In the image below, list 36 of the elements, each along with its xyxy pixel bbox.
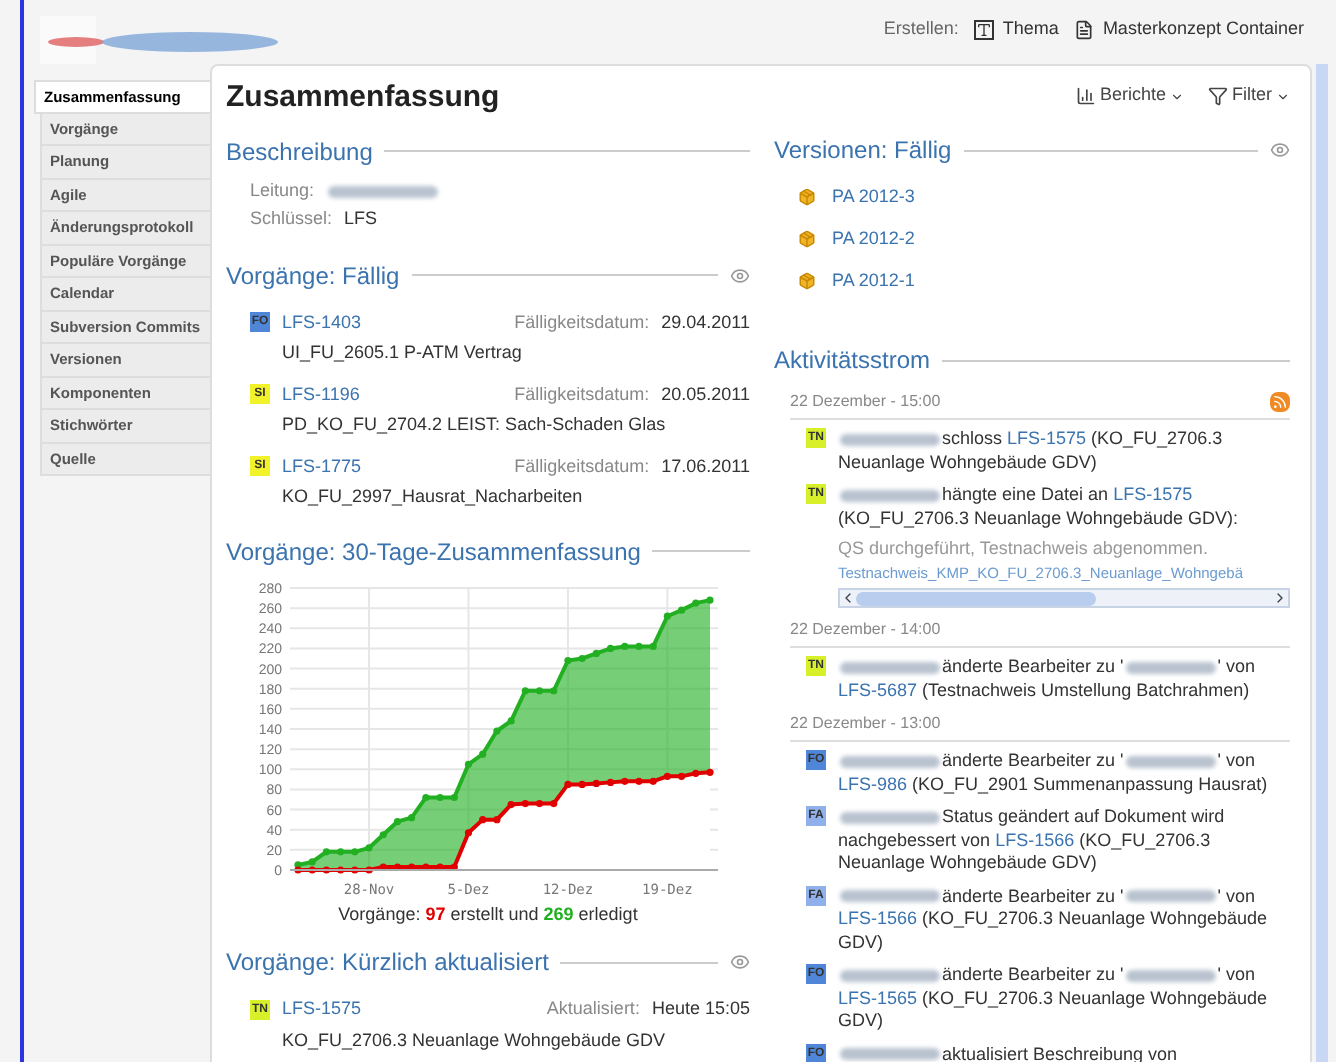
issue-summary: PD_KO_FU_2704.2 LEIST: Sach-Schaden Glas: [282, 412, 668, 438]
activity-text: änderte Bearbeiter zu ' ' von LFS-5687 (Testnachweis Umstellung Batchrahmen): [838, 656, 1258, 702]
page-title: Zusammenfassung: [226, 78, 502, 118]
date-label: Aktualisiert:: [546, 996, 640, 1022]
section-heading: Vorgänge: 30-Tage-Zusammenfassung: [226, 535, 641, 569]
section-heading: Beschreibung: [226, 135, 373, 169]
activity-text: hängte eine Datei an LFS-1575 (KO_FU_2706.3 Neuanlage Wohngebäude GDV):: [838, 484, 1240, 530]
issue-summary: KO_FU_2706.3 Neuanlage Wohngebäude GDV: [282, 1027, 667, 1054]
issue-summary: KO_FU_2997_Hausrat_Nacharbeiten: [282, 484, 585, 510]
activity-text: aktualisiert Beschreibung von: [838, 1043, 1290, 1062]
create-label: Erstellen:: [883, 16, 959, 42]
activity-date: 22 Dezember - 15:00: [790, 390, 941, 414]
comment-text: QS durchgeführt, Testnachweis abgenommen.: [838, 538, 1210, 561]
chart-caption: Vorgänge: 97 erstellt und 269 erledigt: [336, 901, 640, 928]
section-heading: Vorgänge: Kürzlich aktualisiert: [226, 946, 549, 980]
date-label: Fälligkeitsdatum:: [514, 453, 650, 480]
field-value: LFS: [344, 205, 378, 232]
date-label: Fälligkeitsdatum:: [514, 381, 650, 408]
activity-text: änderte Bearbeiter zu ' ' von LFS-986 (KO_FU_2901 Summenanpassung Hausrat): [838, 750, 1270, 796]
section-heading: Aktivitätsstrom: [774, 344, 931, 378]
activity-text: schloss LFS-1575 (KO_FU_2706.3 Neuanlage Wohngebäude GDV): [838, 428, 1225, 474]
section-heading: Versionen: Fällig: [774, 134, 952, 168]
activity-date: 22 Dezember - 14:00: [790, 618, 941, 642]
date-label: Fälligkeitsdatum:: [514, 309, 650, 336]
date-value: 29.04.2011: [661, 309, 750, 335]
section-heading: Vorgänge: Fällig: [226, 259, 400, 293]
date-value: 17.06.2011: [661, 453, 750, 479]
activity-text: Status geändert auf Dokument wird nachgebessert von LFS-1566 (KO_FU_2706.3 Neuanlage Wohngebäude GDV): [838, 806, 1227, 875]
issue-summary: UI_FU_2605.1 P-ATM Vertrag: [282, 340, 524, 366]
activity-text: änderte Bearbeiter zu ' ' von LFS-1566 (KO_FU_2706.3 Neuanlage Wohngebäude GDV): [838, 885, 1269, 954]
activity-date: 22 Dezember - 13:00: [790, 712, 941, 736]
activity-text: änderte Bearbeiter zu ' ' von LFS-1565 (KO_FU_2706.3 Neuanlage Wohngebäude GDV): [838, 964, 1269, 1033]
date-value: Heute 15:05: [651, 996, 750, 1022]
field-label: Leitung:: [250, 177, 315, 204]
date-value: 20.05.2011: [661, 381, 750, 407]
field-label: Schlüssel:: [250, 205, 333, 232]
